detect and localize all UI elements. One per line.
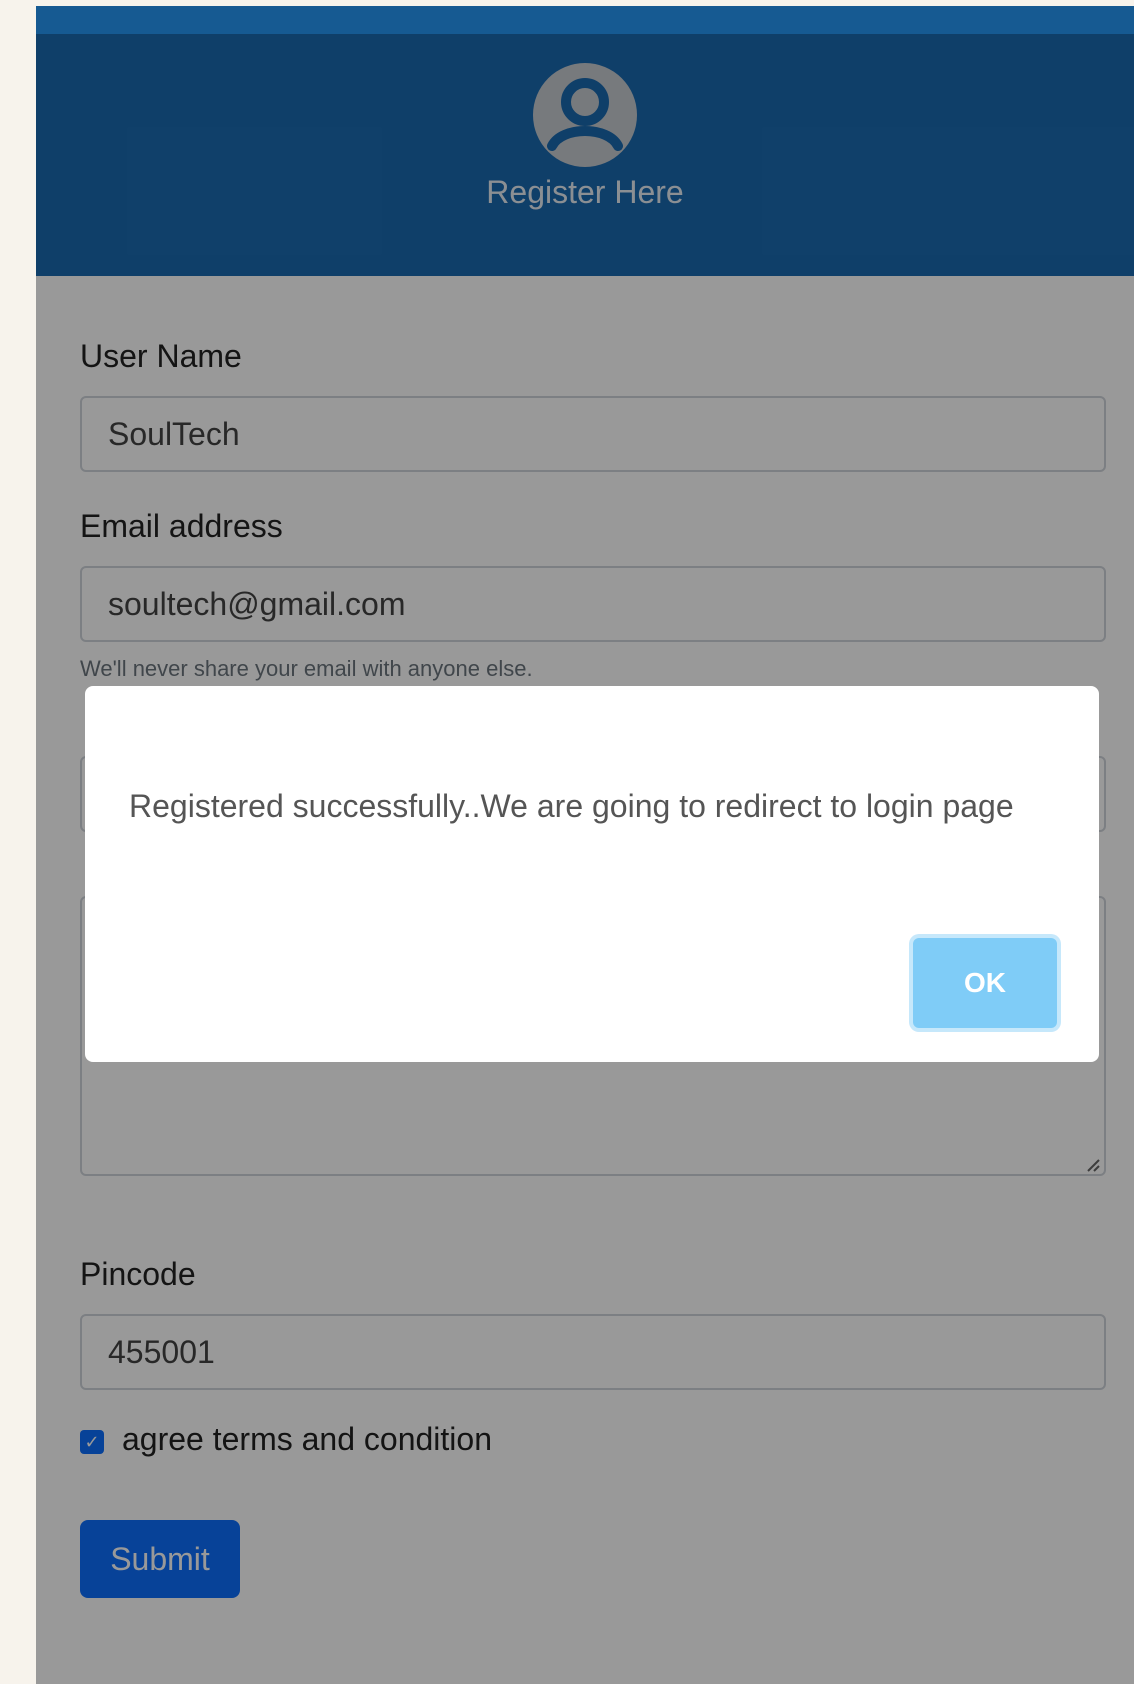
ok-button[interactable]: OK xyxy=(913,938,1057,1028)
top-strip xyxy=(36,6,1134,34)
alert-dialog: Registered successfully..We are going to… xyxy=(85,686,1099,1062)
alert-message: Registered successfully..We are going to… xyxy=(129,788,1014,824)
